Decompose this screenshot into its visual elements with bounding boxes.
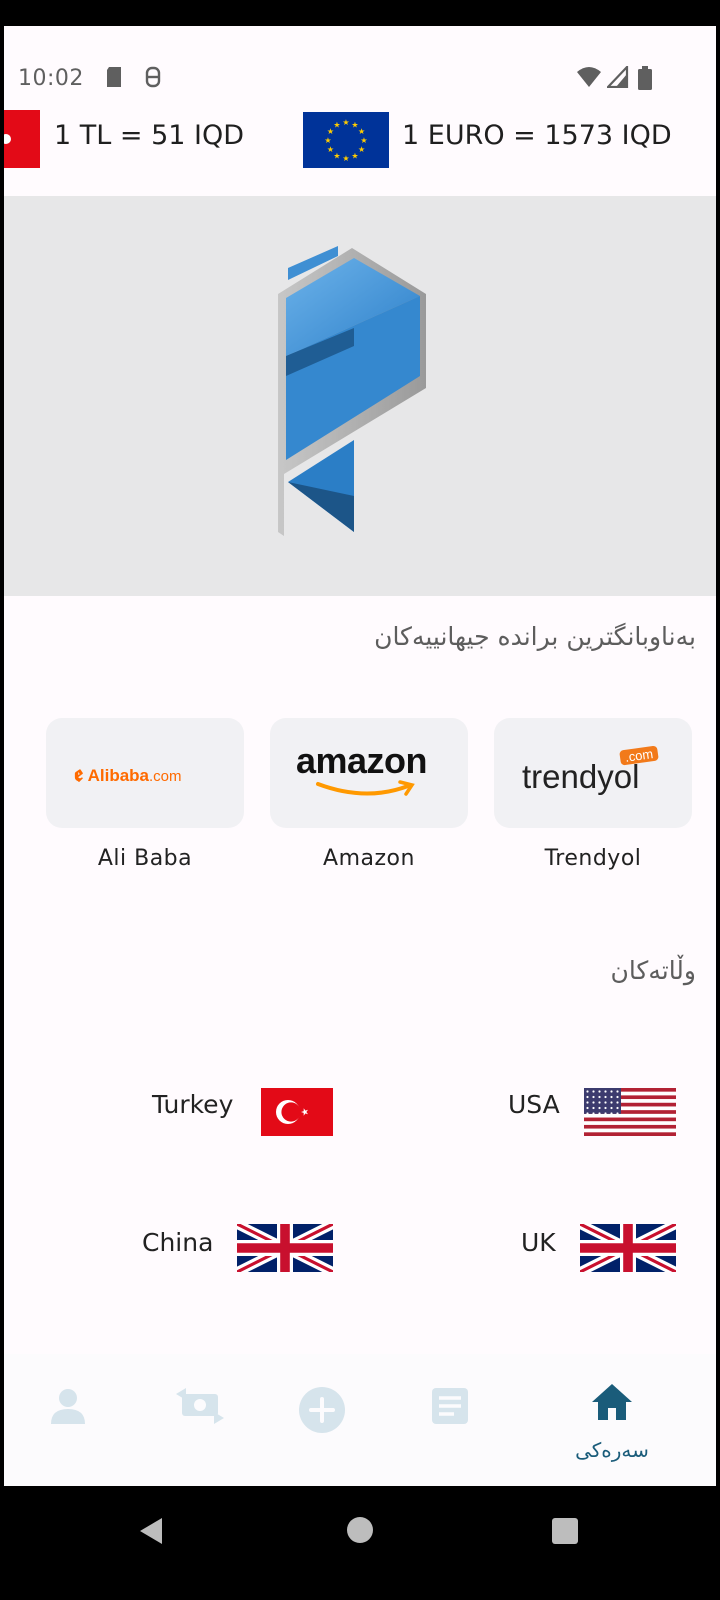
countries-section-title: وڵاتەکان (610, 956, 696, 985)
usa-star (604, 1112, 607, 1115)
eu-star: ★ (324, 136, 331, 145)
usa-star (610, 1101, 613, 1104)
eu-star: ★ (342, 154, 349, 163)
brand-name-amazon[interactable]: Amazon (270, 846, 468, 871)
uk-flag-icon[interactable] (237, 1224, 333, 1272)
money-exchange-icon[interactable] (174, 1386, 226, 1430)
brand-name-alibaba[interactable]: Ali Baba (46, 846, 244, 871)
usa-star (592, 1090, 595, 1093)
country-uk-label[interactable]: UK (521, 1228, 556, 1257)
alibaba-logo-suffix: .com (149, 768, 182, 785)
usa-stripe (584, 1128, 676, 1133)
usa-star (586, 1095, 589, 1099)
brand-card-amazon[interactable]: amazon (270, 718, 468, 828)
eu-star: ★ (333, 120, 340, 129)
usa-star (586, 1112, 589, 1115)
add-circle-icon[interactable] (298, 1386, 346, 1438)
usa-star (592, 1112, 595, 1115)
hero-banner (4, 196, 716, 596)
usa-stripe (584, 1121, 676, 1126)
brand-card-trendyol[interactable]: .com trendyol (494, 718, 692, 828)
ticker-rate-tl: 1 TL = 51 IQD (54, 120, 245, 151)
usa-stripe (584, 1132, 676, 1136)
status-time: 10:02 (18, 66, 84, 91)
eu-star: ★ (342, 118, 349, 127)
usa-star (610, 1095, 613, 1099)
status-bar: 10:02 (4, 26, 716, 102)
usa-star (604, 1101, 607, 1104)
alibaba-logo-text: Alibaba (87, 766, 149, 785)
usa-star (598, 1112, 601, 1115)
usa-star (598, 1095, 601, 1099)
document-icon[interactable] (430, 1386, 470, 1430)
app-screen: 10:02 1 TL = 51 IQD ★ ★ ★ ★ ★ ★ ★ ★ ★ ★ ★ ★ 1 EURO … (4, 26, 716, 1486)
turkey-flag-icon[interactable] (261, 1088, 333, 1136)
usa-star (610, 1112, 613, 1115)
usa-star (616, 1112, 619, 1115)
alibaba-logo: ꬲ Alibaba.com (74, 758, 182, 788)
person-icon[interactable] (48, 1386, 88, 1430)
eu-star: ★ (351, 152, 358, 161)
usa-star (604, 1095, 607, 1099)
app-logo (278, 246, 426, 536)
back-icon[interactable] (138, 1516, 164, 1550)
usb-debug-icon (142, 66, 164, 92)
eu-star: ★ (333, 152, 340, 161)
eu-flag-icon: ★ ★ ★ ★ ★ ★ ★ ★ ★ ★ ★ ★ (303, 112, 389, 168)
home-icon[interactable] (590, 1382, 634, 1426)
country-usa-label[interactable]: USA (508, 1090, 560, 1119)
usa-star (598, 1106, 601, 1110)
usa-canton (584, 1088, 621, 1114)
currency-ticker: 1 TL = 51 IQD ★ ★ ★ ★ ★ ★ ★ ★ ★ ★ ★ ★ 1 EURO = 1573… (4, 110, 716, 172)
country-turkey-label[interactable]: Turkey (152, 1090, 233, 1119)
usa-star (586, 1101, 589, 1104)
usa-star (616, 1095, 619, 1099)
eu-star: ★ (327, 145, 334, 154)
usa-star (598, 1090, 601, 1093)
usa-stripe (584, 1113, 676, 1118)
country-china-label[interactable]: China (142, 1228, 213, 1257)
cell-signal-icon (605, 64, 629, 92)
amazon-logo-text: amazon (296, 740, 428, 781)
battery-icon (638, 66, 652, 94)
usa-star (598, 1101, 601, 1104)
amazon-smile-icon (316, 780, 415, 796)
usa-star (586, 1106, 589, 1110)
sd-card-icon (104, 66, 124, 92)
uk-flag-icon[interactable] (580, 1224, 676, 1272)
usa-star (616, 1106, 619, 1110)
eu-star: ★ (360, 136, 367, 145)
home-button-icon[interactable] (346, 1516, 374, 1548)
recents-icon[interactable] (552, 1518, 578, 1548)
brand-card-alibaba[interactable]: ꬲ Alibaba.com (46, 718, 244, 828)
usa-star (604, 1106, 607, 1110)
brand-name-trendyol[interactable]: Trendyol (494, 846, 692, 871)
system-nav-bar (0, 1486, 720, 1600)
usa-flag-icon[interactable] (584, 1088, 676, 1136)
usa-star (586, 1090, 589, 1093)
turkey-flag-icon (4, 110, 40, 168)
usa-star (592, 1095, 595, 1099)
usa-star (616, 1101, 619, 1104)
eu-star: ★ (358, 127, 365, 136)
brands-section-title: بەناوبانگترین براندە جیهانییەکان (374, 622, 696, 651)
usa-star (592, 1106, 595, 1110)
trendyol-logo-text: trendyol (522, 758, 640, 795)
wifi-icon (576, 66, 602, 92)
nav-home-label[interactable]: سەرەکی (570, 1438, 654, 1462)
usa-stripe (584, 1124, 676, 1129)
usa-star (604, 1090, 607, 1093)
usa-stripe (584, 1117, 676, 1122)
alibaba-logo-mark: ꬲ (74, 761, 84, 786)
usa-star (610, 1106, 613, 1110)
ticker-rate-euro: 1 EURO = 1573 IQD (402, 120, 672, 151)
usa-star (610, 1090, 613, 1093)
eu-star: ★ (358, 145, 365, 154)
usa-star (592, 1101, 595, 1104)
usa-star (616, 1090, 619, 1093)
